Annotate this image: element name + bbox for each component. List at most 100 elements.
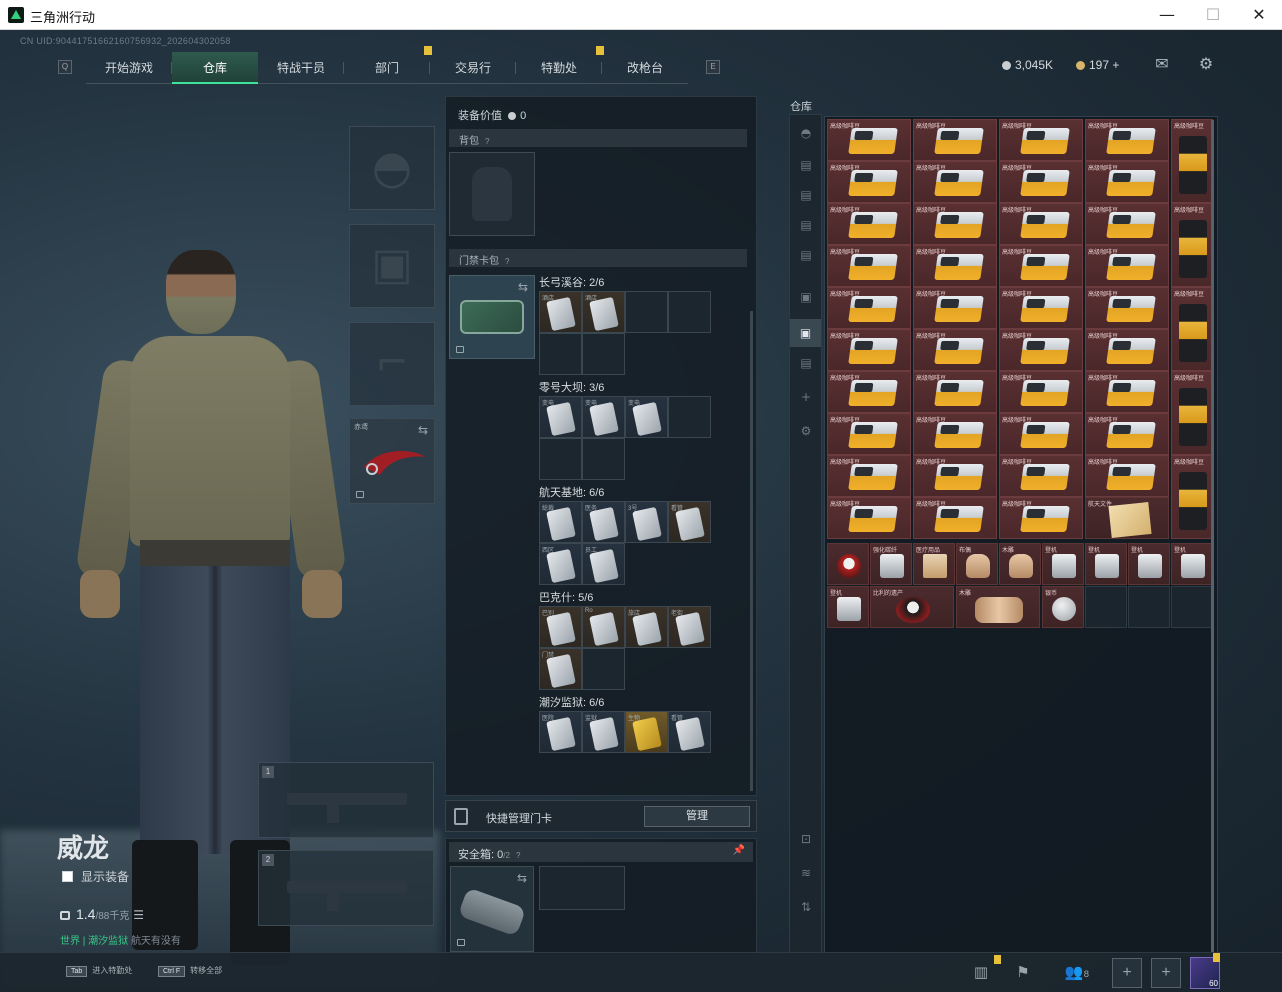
empty-keycard-slot[interactable] — [668, 396, 711, 438]
melee-slot[interactable]: 赤鸢 ⇆ — [349, 418, 435, 504]
coffee-bag-item[interactable]: 高级咖啡豆 — [999, 287, 1083, 329]
swap-icon[interactable]: ⇆ — [518, 280, 528, 294]
warehouse-tab-2-icon[interactable]: ▤ — [796, 185, 816, 205]
tab-trading[interactable]: 交易行 — [430, 52, 516, 84]
primary-weapon-slot-1[interactable]: 1 — [258, 762, 434, 838]
collectible-item[interactable]: 木雕 — [999, 543, 1041, 585]
warehouse-tab-3-icon[interactable]: ▤ — [796, 215, 816, 235]
empty-keycard-slot[interactable] — [582, 648, 625, 690]
collectible-item[interactable]: 木雕 — [956, 586, 1040, 628]
tab-warehouse[interactable]: 仓库 — [172, 52, 258, 84]
nav-next-key[interactable]: E — [706, 60, 720, 74]
coffee-pack-item[interactable]: 高级咖啡豆 — [1171, 287, 1213, 371]
coffee-bag-item[interactable]: 高级咖啡豆 — [1085, 455, 1169, 497]
maximize-button[interactable]: ☐ — [1190, 0, 1236, 30]
keycase-slot[interactable]: ⇆ — [449, 275, 535, 359]
coffee-bag-item[interactable]: 高级咖啡豆 — [913, 203, 997, 245]
friends-icon[interactable]: 👥8 — [1060, 961, 1094, 983]
keycard-slot[interactable]: 看管 — [668, 711, 711, 753]
team-slot-2[interactable]: + — [1151, 958, 1181, 988]
help-icon[interactable]: ? — [485, 137, 489, 146]
keycard-slot[interactable]: 门禁 — [539, 648, 582, 690]
empty-keycard-slot[interactable] — [539, 333, 582, 375]
empty-keycard-slot[interactable] — [582, 333, 625, 375]
minimize-button[interactable]: — — [1144, 0, 1190, 30]
coffee-pack-item[interactable]: 高级咖啡豆 — [1171, 455, 1213, 539]
keycard-slot[interactable]: 医务 — [582, 501, 625, 543]
armor-slot[interactable]: ▣ — [349, 224, 435, 308]
coffee-bag-item[interactable]: 高级咖啡豆 — [999, 245, 1083, 287]
keycard-slot[interactable]: 医院 — [539, 711, 582, 753]
pin-icon[interactable]: 📌 — [733, 845, 745, 856]
layers-icon[interactable]: ≋ — [796, 863, 816, 883]
safe-box-cell[interactable] — [539, 866, 625, 910]
coffee-bag-item[interactable]: 高级咖啡豆 — [913, 287, 997, 329]
keycard-slot[interactable]: 监狱 — [582, 711, 625, 753]
empty-keycard-slot[interactable] — [668, 291, 711, 333]
tab-gunsmith[interactable]: 改枪台 — [602, 52, 688, 84]
coffee-bag-item[interactable]: 高级咖啡豆 — [827, 287, 911, 329]
empty-keycard-slot[interactable] — [625, 291, 668, 333]
coffee-bag-item[interactable]: 高级咖啡豆 — [1085, 119, 1169, 161]
collectible-item[interactable] — [827, 543, 869, 585]
coffee-bag-item[interactable]: 高级咖啡豆 — [1085, 203, 1169, 245]
coffee-bag-item[interactable]: 高级咖啡豆 — [999, 119, 1083, 161]
keycard-slot[interactable]: 生物 — [625, 711, 668, 753]
collectible-item[interactable]: 银币 — [1042, 586, 1084, 628]
coffee-bag-item[interactable]: 高级咖啡豆 — [999, 455, 1083, 497]
empty-cell[interactable] — [1128, 586, 1170, 628]
add-gold-button[interactable]: + — [1112, 58, 1119, 72]
keycard-slot[interactable]: 变电 — [539, 396, 582, 438]
tab-operators[interactable]: 特战干员 — [258, 52, 344, 84]
weight-list-icon[interactable]: ☰ — [133, 908, 144, 922]
warehouse-tab-1-icon[interactable]: ▤ — [796, 155, 816, 175]
tab-special-ops[interactable]: 特勤处 — [516, 52, 602, 84]
help-icon[interactable]: ? — [516, 851, 520, 860]
document-item[interactable]: 航天文件 — [1085, 497, 1169, 539]
team-slot-1[interactable]: + — [1112, 958, 1142, 988]
coffee-bag-item[interactable]: 高级咖啡豆 — [827, 119, 911, 161]
empty-cell[interactable] — [1085, 586, 1127, 628]
coffee-pack-item[interactable]: 高级咖啡豆 — [1171, 119, 1213, 203]
hint-enter-special-ops[interactable]: Tab 进入特勤处 — [66, 965, 132, 977]
empty-keycard-slot[interactable] — [582, 438, 625, 480]
keycard-slot[interactable]: 巴别 — [539, 606, 582, 648]
coffee-bag-item[interactable]: 高级咖啡豆 — [999, 329, 1083, 371]
mail-icon[interactable]: ✉ — [1152, 54, 1172, 74]
backpack-slot[interactable] — [449, 152, 535, 236]
warehouse-tab-7-icon[interactable]: ▤ — [796, 353, 816, 373]
keycard-slot[interactable]: 酒店 — [582, 291, 625, 333]
keycard-slot[interactable]: 3号 — [625, 501, 668, 543]
coffee-bag-item[interactable]: 高级咖啡豆 — [1085, 329, 1169, 371]
coffee-bag-item[interactable]: 高级咖啡豆 — [913, 455, 997, 497]
keycard-slot[interactable]: 総裁 — [539, 501, 582, 543]
coffee-bag-item[interactable]: 高级咖啡豆 — [1085, 245, 1169, 287]
coffee-bag-item[interactable]: 高级咖啡豆 — [913, 329, 997, 371]
collectible-item[interactable]: 登机 — [1085, 543, 1127, 585]
coffee-bag-item[interactable]: 高级咖啡豆 — [827, 161, 911, 203]
collectible-item[interactable]: 登机 — [1128, 543, 1170, 585]
nav-prev-key[interactable]: Q — [58, 60, 72, 74]
add-tab-icon[interactable]: + — [796, 387, 816, 407]
coffee-bag-item[interactable]: 高级咖啡豆 — [913, 119, 997, 161]
keycard-slot[interactable]: 老街 — [668, 606, 711, 648]
keycard-slot[interactable]: 变电 — [582, 396, 625, 438]
tab-start-game[interactable]: 开始游戏 — [86, 52, 172, 84]
coffee-bag-item[interactable]: 高级咖啡豆 — [827, 245, 911, 287]
helmet-slot[interactable]: ◓ — [349, 126, 435, 210]
sort-icon[interactable]: ⊡ — [796, 829, 816, 849]
coffee-bag-item[interactable]: 高级咖啡豆 — [827, 497, 911, 539]
pistol-slot[interactable]: ⌐ — [349, 322, 435, 406]
collectible-item[interactable]: 登机 — [1042, 543, 1084, 585]
coffee-bag-item[interactable]: 高级咖啡豆 — [913, 371, 997, 413]
coffee-bag-item[interactable]: 高级咖啡豆 — [999, 161, 1083, 203]
coffee-bag-item[interactable]: 高级咖啡豆 — [1085, 371, 1169, 413]
coffee-bag-item[interactable]: 高级咖啡豆 — [913, 161, 997, 203]
collectible-item[interactable]: 登机 — [827, 586, 869, 628]
keycard-slot[interactable]: 西区 — [539, 543, 582, 585]
swap-icon[interactable]: ⇆ — [517, 871, 527, 885]
keycard-slot[interactable]: 酒店 — [539, 291, 582, 333]
coffee-bag-item[interactable]: 高级咖啡豆 — [1085, 413, 1169, 455]
collectible-item[interactable]: 比利的遗产 — [870, 586, 954, 628]
show-gear-toggle[interactable]: 显示装备 — [62, 868, 129, 885]
